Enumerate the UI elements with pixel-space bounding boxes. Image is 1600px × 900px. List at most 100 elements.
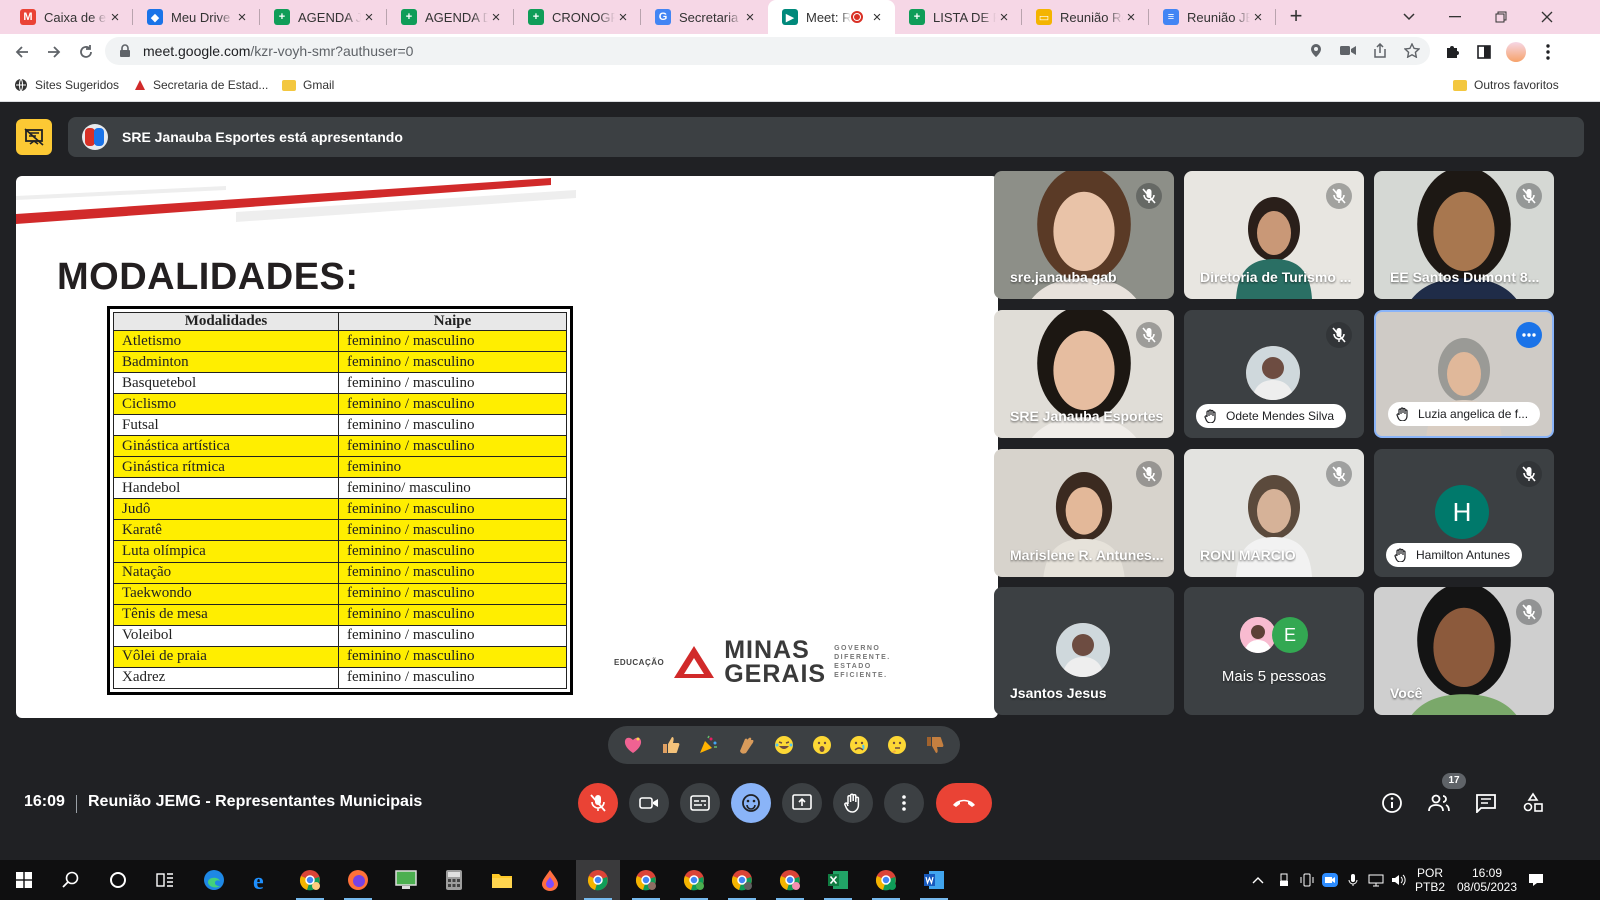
meeting-details-button[interactable] [1378,789,1406,817]
close-tab-icon[interactable]: × [488,9,504,26]
taskbar-word[interactable] [912,860,956,900]
participant-tile[interactable]: RONI MARCIO [1184,449,1364,577]
star-icon[interactable] [1404,43,1420,58]
tile-options-button[interactable] [1516,322,1542,348]
browser-tab[interactable]: + CRONOGRAMA× [514,0,641,34]
taskbar-chrome-3[interactable] [672,860,716,900]
close-tab-icon[interactable]: × [234,9,250,26]
back-button[interactable] [6,36,38,68]
search-button[interactable] [49,860,93,900]
camera-in-use-icon[interactable] [1340,45,1356,56]
address-bar[interactable]: meet.google.com/kzr-voyh-smr?authuser=0 [105,37,1430,65]
taskbar-paint-app[interactable] [528,860,572,900]
raise-hand-button[interactable] [833,783,873,823]
cortana-button[interactable] [96,860,140,900]
taskbar-chrome-1[interactable] [288,860,332,900]
participant-tile[interactable]: Luzia angelica de f... [1374,310,1554,438]
tray-usb[interactable] [1274,860,1294,900]
browser-tab[interactable]: + AGENDA Junho× [260,0,387,34]
thumbs-up-reaction[interactable] [658,732,684,758]
browser-tab[interactable]: + AGENDA Diversos× [387,0,514,34]
captions-button[interactable] [680,783,720,823]
taskbar-monitor-app[interactable] [384,860,428,900]
tray-phone[interactable] [1297,860,1317,900]
close-tab-icon[interactable]: × [361,9,377,26]
camera-toggle-button[interactable] [629,783,669,823]
tray-zoom[interactable] [1320,860,1340,900]
taskbar-edge-chromium[interactable] [192,860,236,900]
start-button[interactable] [2,860,46,900]
browser-tab[interactable]: M Caixa de entrada× [6,0,133,34]
forward-button[interactable] [38,36,70,68]
new-tab-button[interactable]: + [1276,0,1316,34]
participant-tile[interactable]: Marislene R. Antunes... [994,449,1174,577]
chat-button[interactable] [1472,789,1500,817]
browser-tab[interactable]: + LISTA DE PRESENÇA× [895,0,1022,34]
bookmark-secretaria[interactable]: Secretaria de Estad... [134,78,268,92]
sparkling-heart-reaction[interactable] [620,732,646,758]
joy-reaction[interactable] [771,732,797,758]
present-now-button[interactable] [782,783,822,823]
open-mouth-reaction[interactable] [809,732,835,758]
close-window-button[interactable] [1524,0,1570,34]
participant-tile[interactable]: Diretoria de Turismo ... [1184,171,1364,299]
location-pin-icon[interactable] [1310,43,1322,58]
taskbar-chrome-6[interactable] [864,860,908,900]
taskbar-calculator[interactable] [432,860,476,900]
participant-tile[interactable]: EE Santos Dumont 8... [1374,171,1554,299]
share-icon[interactable] [1372,43,1388,58]
participant-tile[interactable]: E Mais 5 pessoas [1184,587,1364,715]
thumbs-down-reaction[interactable] [922,732,948,758]
browser-tab[interactable]: ◆ Meu Drive - Google Drive× [133,0,260,34]
close-tab-icon[interactable]: × [869,9,885,26]
tray-microphone[interactable] [1343,860,1363,900]
notifications-button[interactable] [1524,860,1548,900]
close-tab-icon[interactable]: × [1250,9,1266,26]
browser-tab[interactable]: ▭ Reunião Representantes× [1022,0,1149,34]
party-popper-reaction[interactable] [695,732,721,758]
participant-tile[interactable]: Odete Mendes Silva [1184,310,1364,438]
participant-tile[interactable]: Você [1374,587,1554,715]
taskbar-chrome-active[interactable] [576,860,620,900]
task-view-button[interactable] [143,860,187,900]
microphone-toggle-button[interactable] [578,783,618,823]
taskbar-firefox[interactable] [336,860,380,900]
close-tab-icon[interactable]: × [107,9,123,26]
taskbar-file-explorer[interactable] [480,860,524,900]
taskbar-clock[interactable]: 16:09 08/05/2023 [1452,860,1522,900]
input-language-button[interactable]: POR PTB2 [1412,860,1448,900]
reactions-button[interactable] [731,783,771,823]
activities-button[interactable] [1519,789,1547,817]
side-panel-button[interactable] [1468,36,1500,68]
tab-search-button[interactable] [1386,0,1432,34]
close-tab-icon[interactable]: × [615,9,631,26]
taskbar-chrome-4[interactable] [720,860,764,900]
reload-button[interactable] [70,36,102,68]
close-tab-icon[interactable]: × [996,9,1012,26]
taskbar-chrome-5[interactable] [768,860,812,900]
tray-volume[interactable] [1389,860,1409,900]
minimize-button[interactable] [1432,0,1478,34]
close-tab-icon[interactable]: × [1123,9,1139,26]
taskbar-internet-explorer[interactable]: e [240,860,284,900]
other-bookmarks[interactable]: Outros favoritos [1453,78,1559,92]
restore-button[interactable] [1478,0,1524,34]
taskbar-chrome-2[interactable] [624,860,668,900]
show-hidden-icons-button[interactable] [1248,860,1268,900]
taskbar-excel[interactable] [816,860,860,900]
thinking-reaction[interactable] [884,732,910,758]
chrome-menu-button[interactable] [1532,36,1564,68]
stop-presenting-button[interactable] [16,119,52,155]
browser-tab[interactable]: ≡ Reunião JEMG× [1149,0,1276,34]
clapping-hands-reaction[interactable] [733,732,759,758]
browser-tab[interactable]: G Secretaria de Estado× [641,0,768,34]
browser-tab[interactable]: ▶ Meet: Reunião × [768,0,895,34]
leave-call-button[interactable] [936,783,992,823]
participant-tile[interactable]: sre.janauba gab [994,171,1174,299]
close-tab-icon[interactable]: × [742,9,758,26]
show-everyone-button[interactable] [1425,789,1453,817]
sad-reaction[interactable] [846,732,872,758]
participant-tile[interactable]: H Hamilton Antunes [1374,449,1554,577]
tray-network[interactable] [1366,860,1386,900]
participant-tile[interactable]: SRE Janauba Esportes [994,310,1174,438]
